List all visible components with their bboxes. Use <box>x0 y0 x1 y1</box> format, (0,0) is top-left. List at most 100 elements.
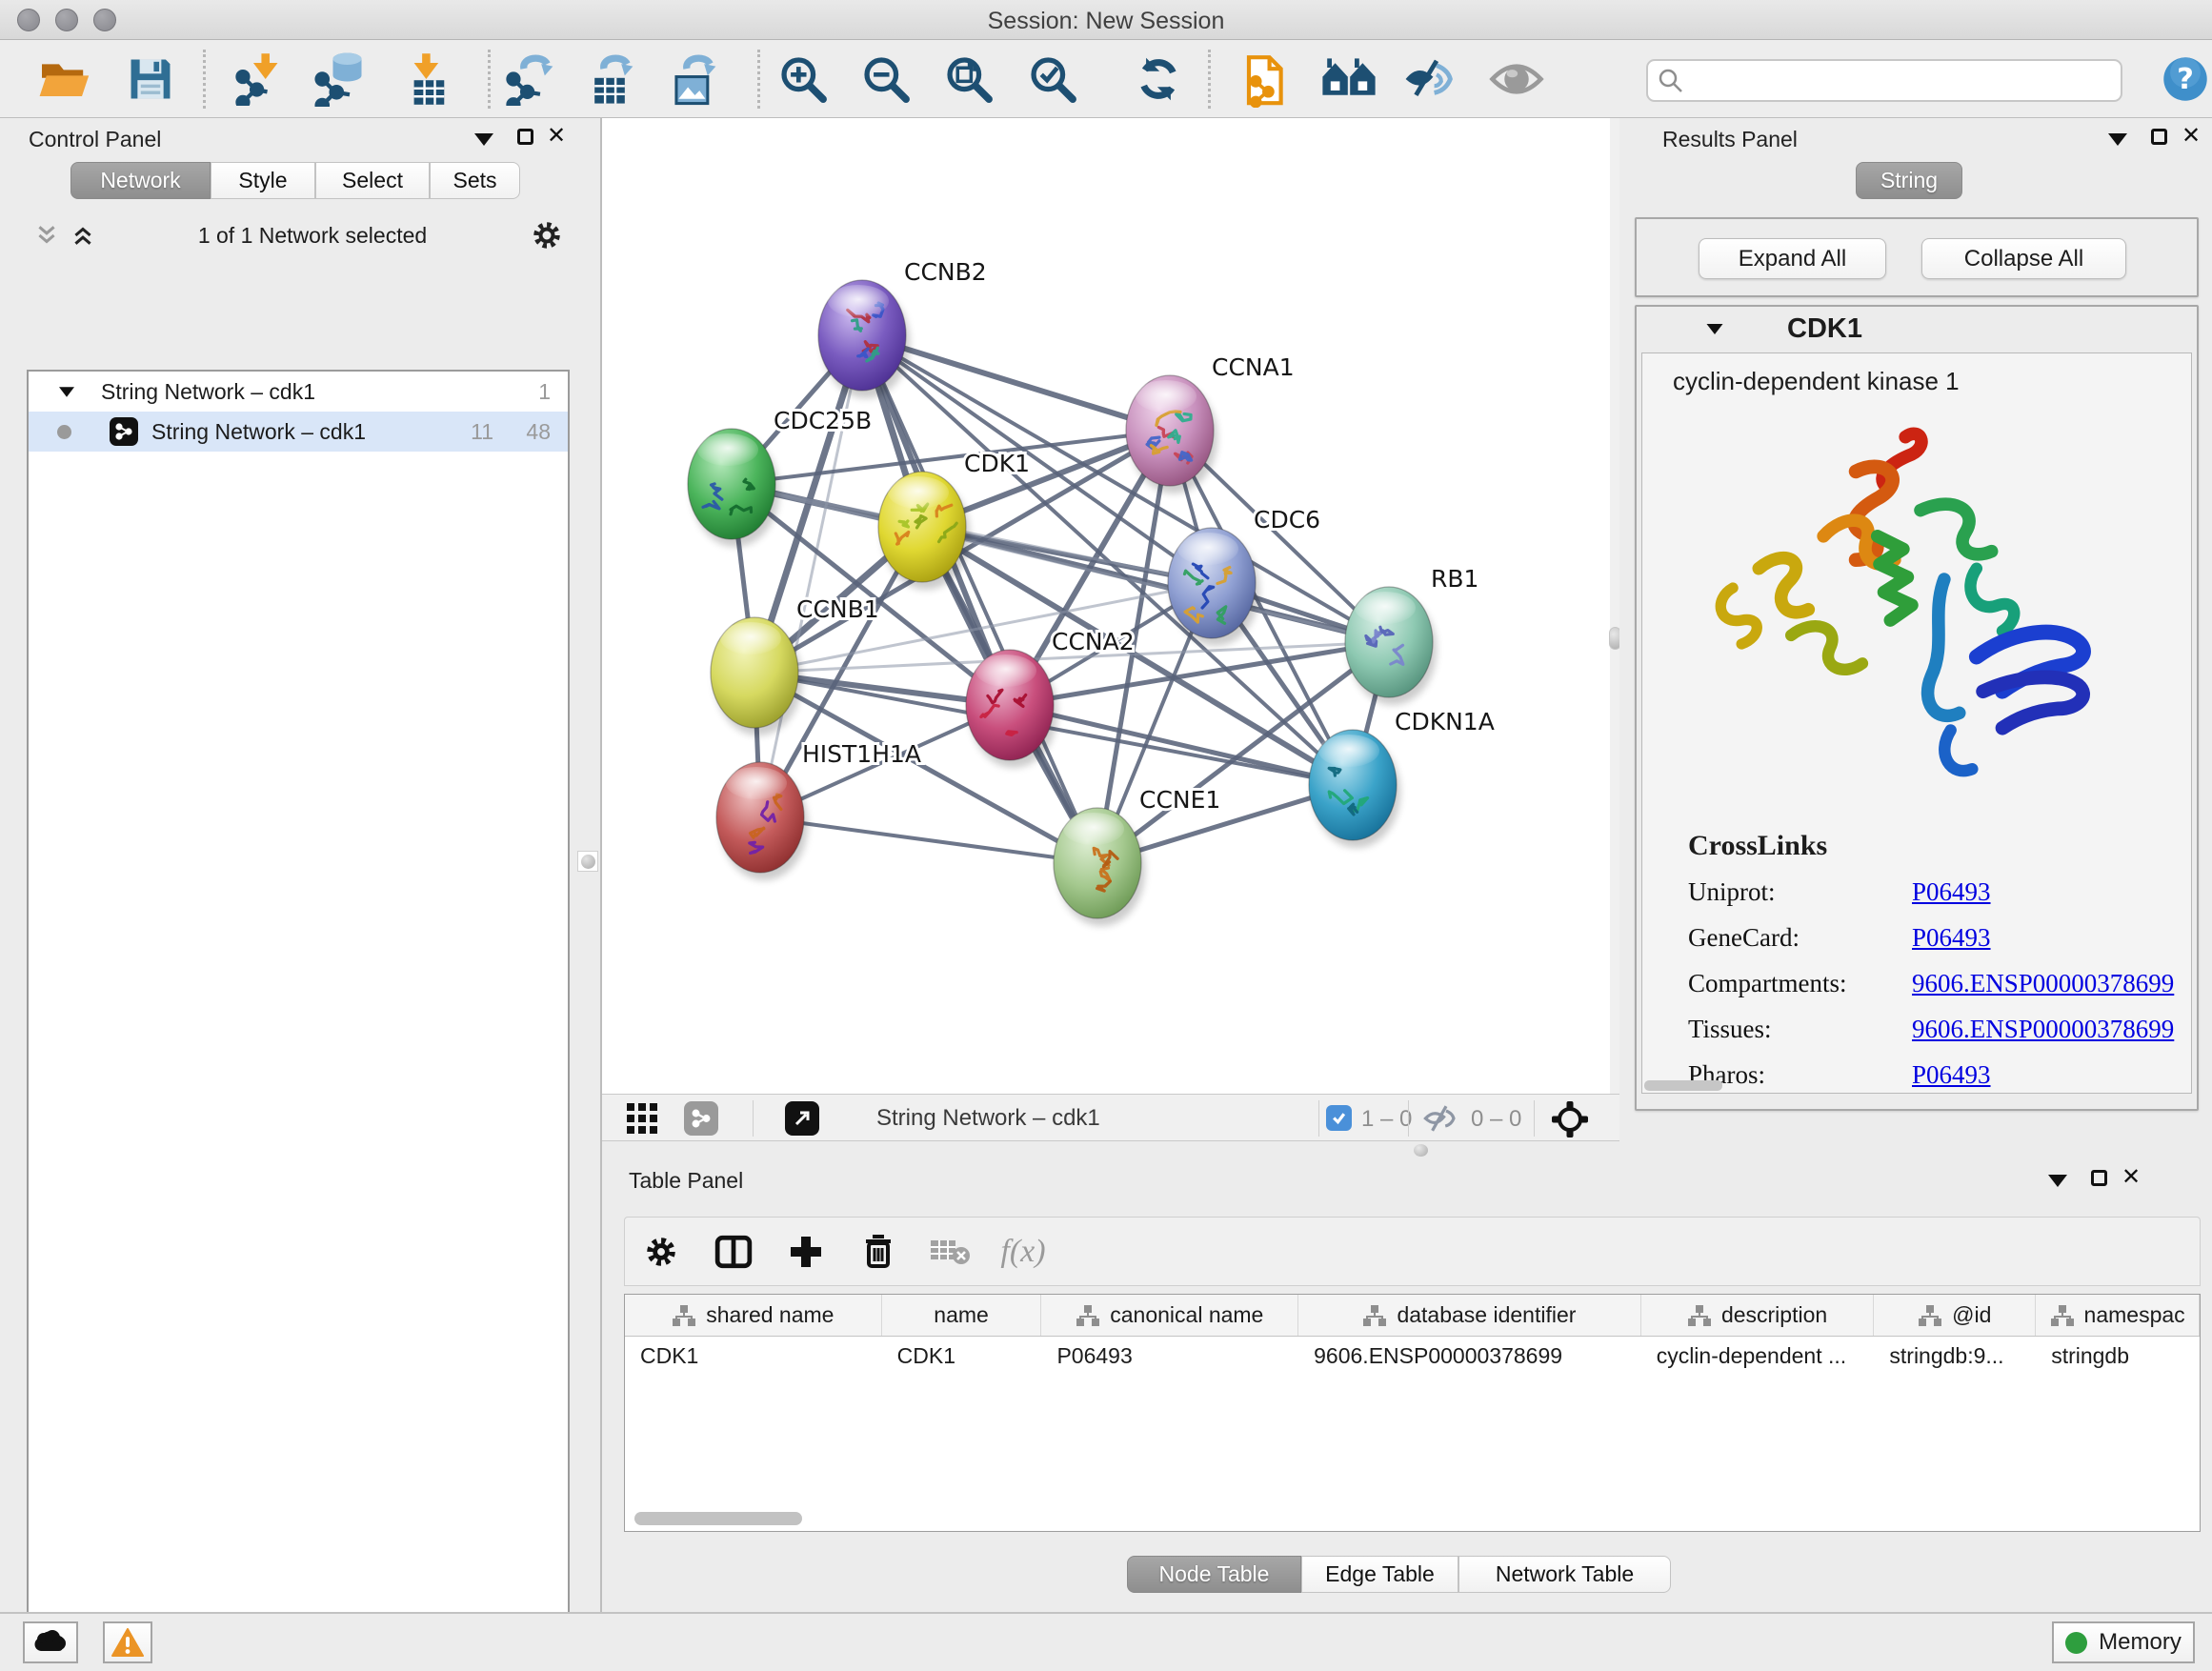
close-panel-icon[interactable]: ✕ <box>2182 122 2201 150</box>
network-edge[interactable] <box>1010 705 1353 785</box>
open-in-browser-button[interactable] <box>785 1101 819 1136</box>
node-label-CDC6: CDC6 <box>1254 506 1320 534</box>
crosslink-link[interactable]: P06493 <box>1912 1060 1991 1090</box>
network-node-CCNB2[interactable] <box>818 280 910 398</box>
splitter-grab-dot[interactable] <box>1414 1144 1428 1157</box>
collapse-all-icon[interactable] <box>34 223 59 248</box>
column-header-canonical-name[interactable]: canonical name <box>1041 1295 1298 1336</box>
node-label-HIST1H1A: HIST1H1A <box>802 740 921 768</box>
column-header-database-identifier[interactable]: database identifier <box>1298 1295 1641 1336</box>
apply-layout-button[interactable] <box>1124 47 1193 111</box>
close-panel-icon[interactable]: ✕ <box>2122 1163 2141 1191</box>
crosslink-link[interactable]: P06493 <box>1912 923 1991 953</box>
column-header-name[interactable]: name <box>882 1295 1042 1336</box>
tab-string[interactable]: String <box>1856 162 1962 199</box>
collapse-all-button[interactable]: Collapse All <box>1921 238 2126 279</box>
zoom-out-button[interactable] <box>852 47 920 111</box>
hierarchy-icon <box>672 1304 696 1327</box>
network-node-HIST1H1A[interactable] <box>716 762 808 880</box>
table-cell: stringdb:9... <box>1874 1343 2036 1369</box>
create-column-button[interactable] <box>770 1235 842 1269</box>
show-columns-button[interactable] <box>697 1235 770 1269</box>
expand-all-icon[interactable] <box>70 223 95 248</box>
string-network-graph[interactable]: CCNB2CCNA1CDC25BCDK1CDC6RB1CCNB1CCNA2CDK… <box>602 118 1610 1094</box>
import-string-button[interactable] <box>1232 47 1300 111</box>
collapse-panel-icon[interactable] <box>2108 133 2127 146</box>
import-network-file-button[interactable] <box>225 47 293 111</box>
network-edge[interactable] <box>862 335 1097 863</box>
crosslink-link[interactable]: 9606.ENSP00000378699 <box>1912 1015 2174 1044</box>
tab-node-table[interactable]: Node Table <box>1127 1556 1301 1593</box>
selected-checkbox[interactable] <box>1326 1105 1352 1131</box>
float-panel-icon[interactable] <box>2151 129 2167 145</box>
fit-content-button[interactable] <box>935 47 1003 111</box>
entry-expander-icon[interactable] <box>1707 323 1723 333</box>
crosslink-link[interactable]: 9606.ENSP00000378699 <box>1912 969 2174 998</box>
network-tree-root-row[interactable]: String Network – cdk1 1 <box>29 372 568 412</box>
delete-column-button[interactable] <box>842 1234 915 1270</box>
tree-expander-icon[interactable] <box>59 387 74 396</box>
search-input[interactable] <box>1684 69 2103 93</box>
zoom-selected-button[interactable] <box>1018 47 1087 111</box>
export-network-button[interactable] <box>495 47 564 111</box>
cloud-status-button[interactable] <box>23 1621 78 1663</box>
float-panel-icon[interactable] <box>517 129 533 145</box>
string-home-button[interactable] <box>1315 47 1383 111</box>
node-label-CDKN1A: CDKN1A <box>1395 708 1495 735</box>
export-image-button[interactable] <box>658 47 727 111</box>
column-header-shared-name[interactable]: shared name <box>625 1295 882 1336</box>
network-tree-child-row[interactable]: String Network – cdk1 11 48 <box>29 412 568 452</box>
import-network-database-button[interactable] <box>306 47 374 111</box>
save-session-button[interactable] <box>116 47 185 111</box>
open-session-button[interactable] <box>30 47 99 111</box>
tab-edge-table[interactable]: Edge Table <box>1301 1556 1458 1593</box>
toolbar-separator <box>488 50 491 109</box>
network-node-CCNA1[interactable] <box>1126 375 1217 493</box>
tab-style[interactable]: Style <box>211 162 315 199</box>
edge-count: 48 <box>526 419 551 445</box>
help-button[interactable]: ? <box>2151 47 2212 111</box>
search-box[interactable] <box>1646 59 2122 102</box>
center-view-button[interactable] <box>1551 1100 1589 1138</box>
divider-grab-handle[interactable] <box>577 851 598 872</box>
network-edge[interactable] <box>760 817 1097 863</box>
table-options-button[interactable] <box>625 1234 697 1270</box>
network-node-CCNB1[interactable] <box>711 617 802 735</box>
close-panel-icon[interactable]: ✕ <box>547 122 566 150</box>
node-table[interactable]: shared namenamecanonical namedatabase id… <box>624 1294 2201 1532</box>
tab-network-table[interactable]: Network Table <box>1458 1556 1671 1593</box>
show-graphics-details-button[interactable] <box>1482 47 1551 111</box>
network-node-CCNE1[interactable] <box>1054 808 1145 926</box>
entry-header[interactable]: CDK1 <box>1637 307 2197 351</box>
network-node-CDK1[interactable] <box>878 472 970 590</box>
column-header-namespac[interactable]: namespac <box>2036 1295 2200 1336</box>
export-table-button[interactable] <box>575 47 644 111</box>
table-row[interactable]: CDK1CDK1P064939606.ENSP00000378699cyclin… <box>625 1337 2200 1375</box>
grid-icon <box>627 1103 659 1134</box>
tab-network[interactable]: Network <box>70 162 211 199</box>
network-canvas[interactable]: CCNB2CCNA1CDC25BCDK1CDC6RB1CCNB1CCNA2CDK… <box>602 118 1610 1094</box>
network-node-CCNA2[interactable] <box>966 650 1057 768</box>
collapse-panel-icon[interactable] <box>474 133 493 146</box>
tab-select[interactable]: Select <box>315 162 430 199</box>
import-table-file-button[interactable] <box>392 47 461 111</box>
hide-selected-button[interactable] <box>1397 47 1465 111</box>
expand-all-button[interactable]: Expand All <box>1699 238 1886 279</box>
float-panel-icon[interactable] <box>2091 1170 2107 1186</box>
column-header-description[interactable]: description <box>1641 1295 1875 1336</box>
horizontal-scrollbar-thumb[interactable] <box>1644 1080 1722 1091</box>
horizontal-scrollbar-thumb[interactable] <box>634 1512 802 1525</box>
crosslink-link[interactable]: P06493 <box>1912 877 1991 907</box>
network-node-RB1[interactable] <box>1345 587 1437 705</box>
gear-icon[interactable] <box>530 218 564 252</box>
birds-eye-view-button[interactable] <box>627 1103 659 1134</box>
warnings-button[interactable] <box>103 1621 152 1663</box>
network-node-CDKN1A[interactable] <box>1309 730 1400 848</box>
memory-button[interactable]: Memory <box>2052 1621 2195 1663</box>
collapse-panel-icon[interactable] <box>2048 1175 2067 1187</box>
zoom-in-button[interactable] <box>769 47 837 111</box>
hidden-indicator[interactable] <box>1423 1103 1461 1134</box>
column-header--id[interactable]: @id <box>1874 1295 2036 1336</box>
network-type-button[interactable] <box>684 1101 718 1136</box>
tab-sets[interactable]: Sets <box>430 162 520 199</box>
